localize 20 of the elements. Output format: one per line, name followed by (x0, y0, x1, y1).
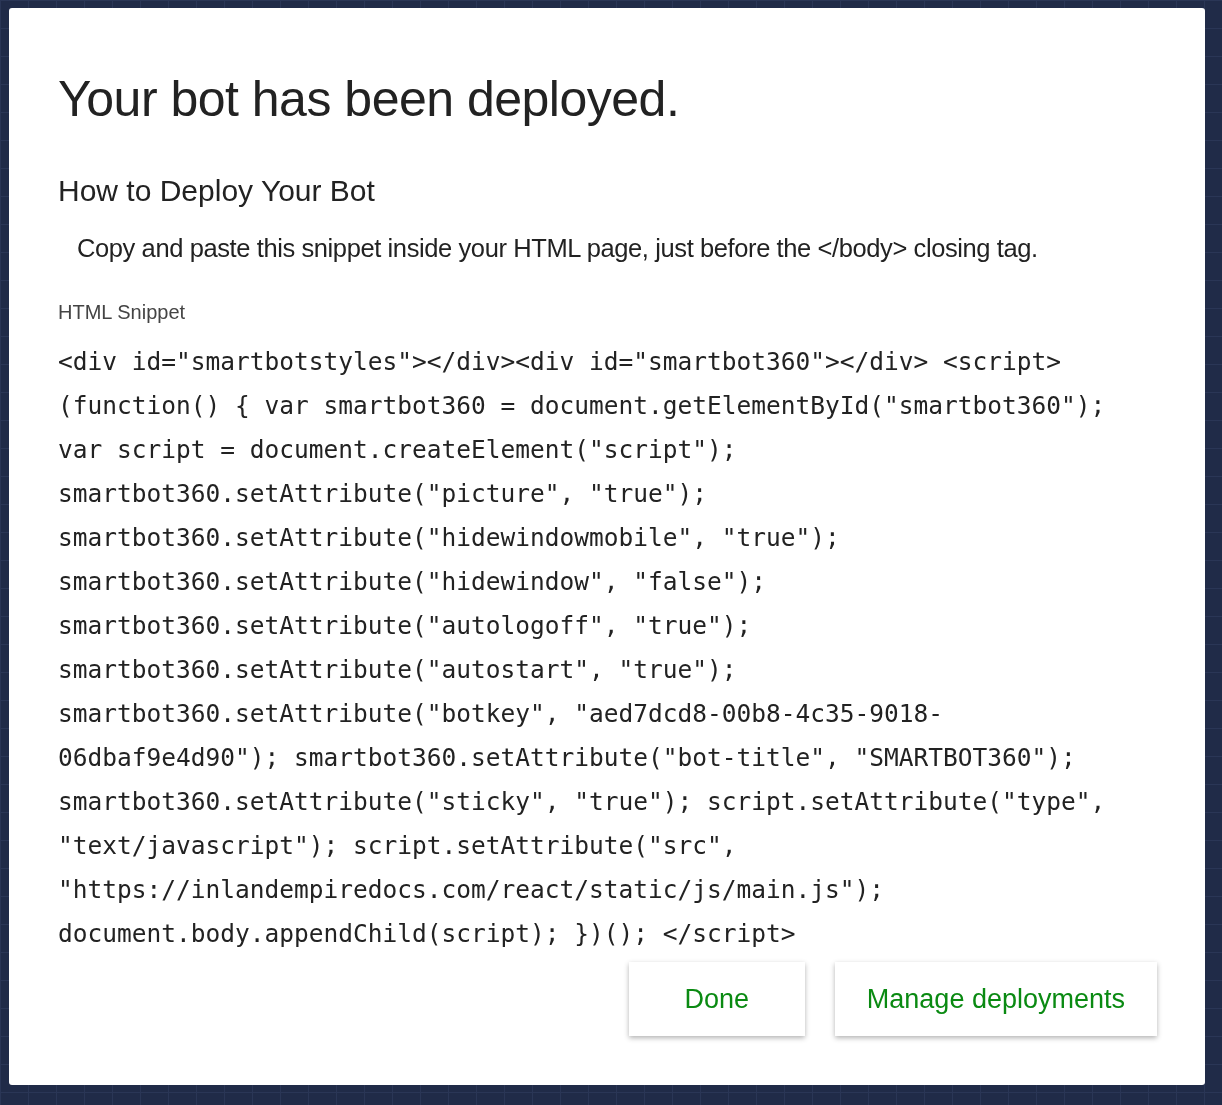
dialog-title: Your bot has been deployed. (58, 70, 681, 128)
code-line: (function() { var smartbot360 = document.getElementById("smartbot360"); (58, 390, 1107, 422)
code-line: <div id="smartbotstyles"></div><div id="smartbot360"></div> <script> (58, 346, 1063, 378)
snippet-label: HTML Snippet (58, 301, 187, 324)
done-button[interactable]: Done (628, 962, 805, 1036)
code-line: smartbot360.setAttribute("picture", "true"); (58, 478, 708, 510)
code-line: smartbot360.setAttribute("sticky", "true"); script.setAttribute("type", (58, 786, 1107, 818)
code-line: smartbot360.setAttribute("autologoff", "true"); (58, 610, 753, 642)
code-line: smartbot360.setAttribute("botkey", "aed7dcd8-00b8-4c35-9018- (58, 698, 944, 730)
code-line: var script = document.createElement("script"); (58, 434, 738, 466)
code-line: smartbot360.setAttribute("hidewindowmobile", "true"); (58, 522, 841, 554)
section-heading: How to Deploy Your Bot (58, 174, 376, 208)
code-line: 06dbaf9e4d90"); smartbot360.setAttribute("bot-title", "SMARTBOT360"); (58, 742, 1077, 774)
code-line: smartbot360.setAttribute("autostart", "true"); (58, 654, 738, 686)
code-line: document.body.appendChild(script); })(); </script> (58, 918, 797, 950)
code-line: smartbot360.setAttribute("hidewindow", "false"); (58, 566, 767, 598)
instructions-text: Copy and paste this snippet inside your HTML page, just before the </body> closing tag. (77, 234, 1039, 263)
code-line: "https://inlandempiredocs.com/react/static/js/main.js"); (58, 874, 885, 906)
code-line: "text/javascript"); script.setAttribute("src", (58, 830, 738, 862)
manage-deployments-button[interactable]: Manage deployments (834, 962, 1157, 1036)
